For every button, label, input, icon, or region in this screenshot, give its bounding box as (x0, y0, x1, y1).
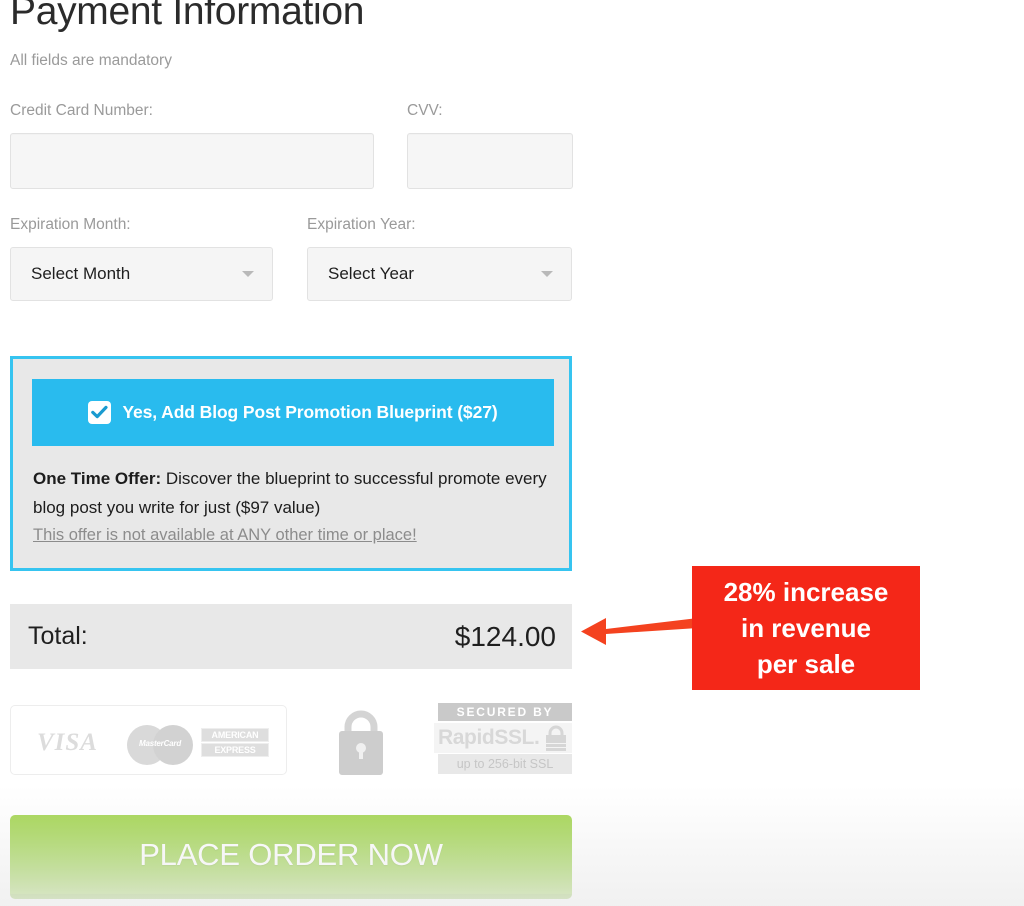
amex-line1: AMERICAN (201, 728, 269, 742)
expiration-year-label: Expiration Year: (307, 216, 416, 233)
credit-card-number-input[interactable] (10, 133, 374, 189)
offer-cta-label: Yes, Add Blog Post Promotion Blueprint (… (122, 402, 498, 422)
mastercard-label: MasterCard (138, 739, 182, 748)
one-time-offer-box: Yes, Add Blog Post Promotion Blueprint (… (10, 356, 572, 571)
credit-card-number-label: Credit Card Number: (10, 102, 153, 119)
offer-checkbox[interactable] (88, 401, 112, 424)
rapidssl-bit-label: up to 256-bit SSL (438, 754, 572, 774)
total-label: Total: (28, 622, 88, 650)
expiration-year-select[interactable]: Select Year (307, 247, 572, 301)
annotation-line-2: in revenue (740, 613, 872, 643)
amex-icon: AMERICAN EXPRESS (201, 728, 269, 760)
rapidssl-secured-by: SECURED BY (438, 703, 572, 721)
add-offer-button[interactable]: Yes, Add Blog Post Promotion Blueprint (… (32, 379, 554, 446)
place-order-button[interactable]: PLACE ORDER NOW (10, 815, 572, 899)
total-row: Total: $124.00 (10, 604, 572, 669)
rapidssl-badge: SECURED BY RapidSSL. up to 256-bit SSL (434, 703, 572, 775)
chevron-down-icon (541, 271, 553, 277)
chevron-down-icon (242, 271, 254, 277)
mastercard-icon: MasterCard (127, 725, 193, 765)
annotation-callout: 28% increase in revenue per sale (692, 566, 920, 690)
annotation-line-1: 28% increase (723, 577, 889, 607)
offer-scarcity-note[interactable]: This offer is not available at ANY other… (33, 526, 417, 545)
expiration-month-value: Select Month (31, 264, 131, 283)
page-subtitle: All fields are mandatory (10, 52, 172, 69)
cvv-label: CVV: (407, 102, 443, 119)
rapidssl-lock-icon (544, 723, 568, 753)
check-icon (91, 405, 109, 419)
expiration-year-value: Select Year (328, 264, 415, 283)
padlock-icon (333, 703, 389, 778)
annotation-line-3: per sale (756, 649, 856, 679)
page-title: Payment Information (10, 0, 365, 33)
total-value: $124.00 (454, 620, 556, 652)
cvv-input[interactable] (407, 133, 573, 189)
offer-description: One Time Offer: Discover the blueprint t… (33, 464, 558, 522)
expiration-month-label: Expiration Month: (10, 216, 131, 233)
amex-line2: EXPRESS (201, 743, 269, 757)
visa-icon: VISA (37, 729, 98, 756)
expiration-month-select[interactable]: Select Month (10, 247, 273, 301)
accepted-cards-box: VISA MasterCard AMERICAN EXPRESS (10, 705, 287, 775)
annotation-arrow-icon (576, 604, 698, 654)
offer-lead: One Time Offer: (33, 469, 162, 488)
